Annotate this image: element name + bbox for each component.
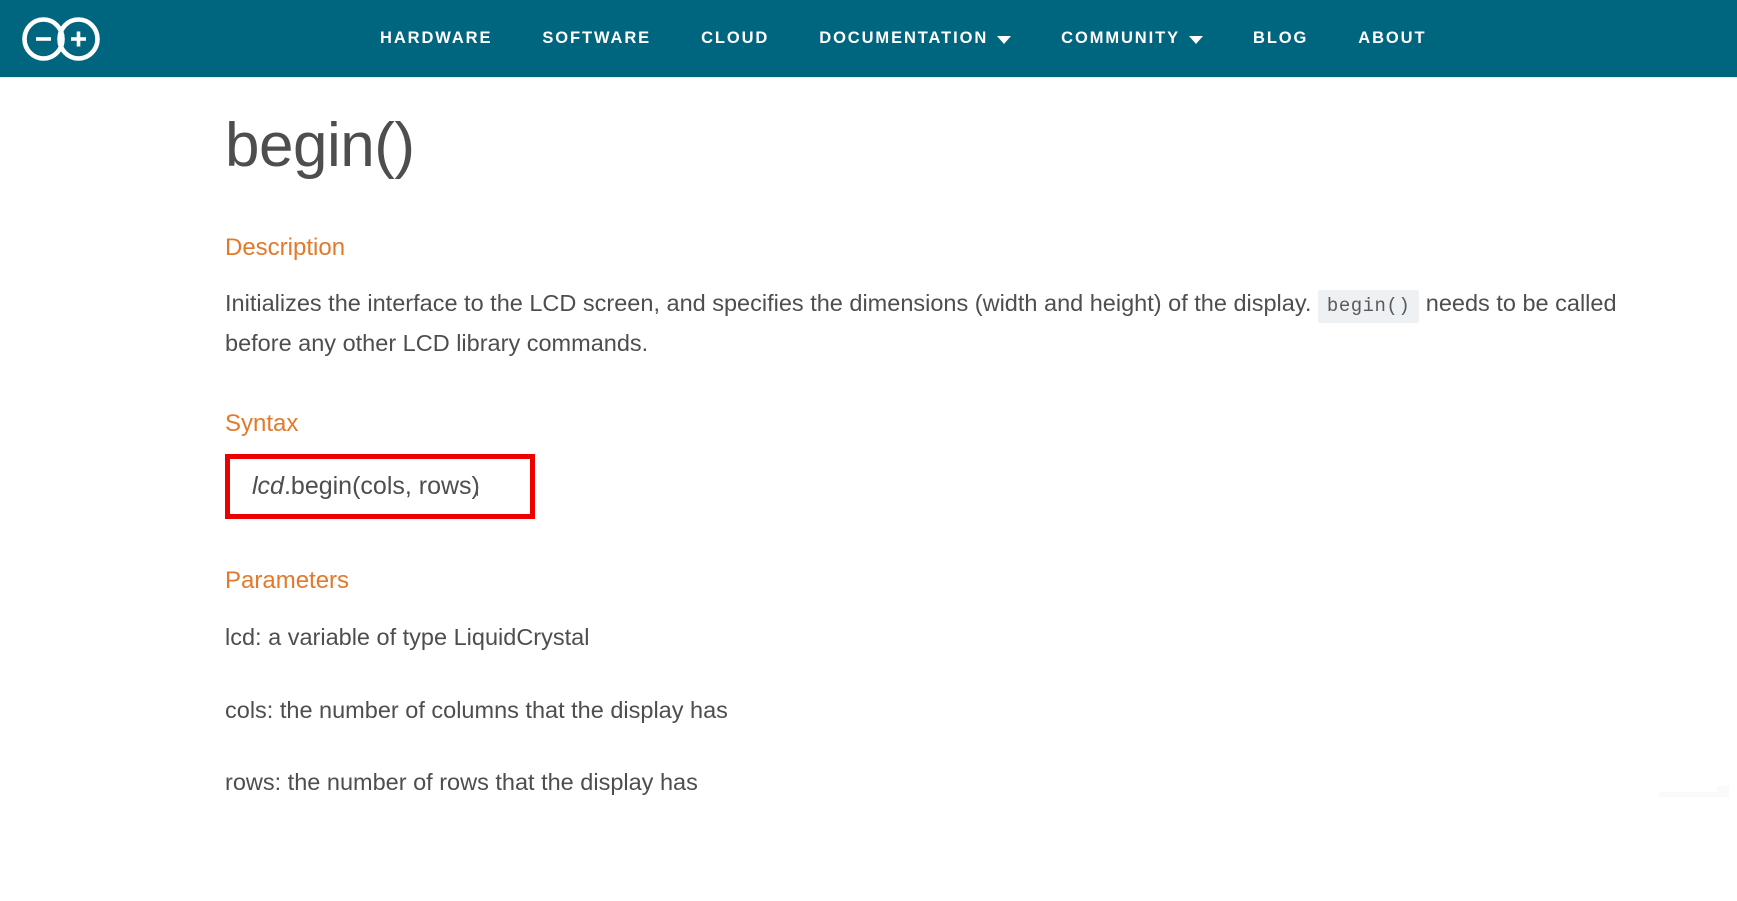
- arduino-logo-link[interactable]: [20, 16, 102, 62]
- inline-code-begin: begin(): [1317, 289, 1420, 323]
- syntax-highlight-box: lcd.begin(cols, rows): [225, 453, 535, 519]
- nav-label-hardware: HARDWARE: [380, 29, 493, 47]
- page-title: begin(): [225, 111, 415, 180]
- nav-item-cloud[interactable]: CLOUD: [676, 0, 794, 77]
- nav-item-about[interactable]: ABOUT: [1333, 0, 1451, 77]
- syntax-object-name: lcd: [252, 471, 284, 500]
- nav-label-blog: BLOG: [1253, 29, 1309, 47]
- nav-item-blog[interactable]: BLOG: [1228, 0, 1333, 77]
- nav-item-documentation[interactable]: DOCUMENTATION: [794, 0, 1036, 77]
- parameters-section: Parameters lcd: a variable of type Liqui…: [225, 567, 1737, 803]
- site-header: HARDWARE SOFTWARE CLOUD DOCUMENTATION CO…: [0, 0, 1737, 78]
- nav-item-community[interactable]: COMMUNITY: [1036, 0, 1228, 77]
- description-text-before-code: Initializes the interface to the LCD scr…: [225, 289, 1312, 316]
- nav-label-about: ABOUT: [1358, 29, 1427, 47]
- nav-label-documentation: DOCUMENTATION: [819, 29, 989, 47]
- description-heading: Description: [225, 234, 346, 262]
- parameter-item-cols: cols: the number of columns that the dis…: [225, 696, 728, 723]
- text-cursor-icon: [476, 482, 478, 496]
- chevron-down-icon: [1189, 35, 1203, 44]
- main-navigation: HARDWARE SOFTWARE CLOUD DOCUMENTATION CO…: [355, 0, 1451, 77]
- syntax-section: Syntax lcd.begin(cols, rows): [225, 410, 1737, 519]
- main-content: begin() Description Initializes the inte…: [0, 78, 1737, 803]
- description-section: Description Initializes the interface to…: [225, 234, 1737, 364]
- nav-label-cloud: CLOUD: [701, 29, 770, 47]
- nav-item-software[interactable]: SOFTWARE: [517, 0, 676, 77]
- syntax-method-call: .begin(cols, rows): [283, 471, 480, 500]
- parameter-item-rows: rows: the number of rows that the displa…: [225, 769, 698, 796]
- parameters-heading: Parameters: [225, 566, 350, 594]
- nav-label-software: SOFTWARE: [542, 29, 652, 47]
- parameter-item-lcd: lcd: a variable of type LiquidCrystal: [225, 624, 590, 651]
- arduino-infinity-logo-icon: [22, 16, 100, 61]
- syntax-heading: Syntax: [225, 409, 299, 437]
- header-inner: HARDWARE SOFTWARE CLOUD DOCUMENTATION CO…: [0, 0, 1737, 77]
- nav-label-community: COMMUNITY: [1061, 29, 1180, 47]
- nav-item-hardware[interactable]: HARDWARE: [355, 0, 517, 77]
- description-body: Initializes the interface to the LCD scr…: [225, 283, 1645, 364]
- chevron-down-icon: [997, 35, 1012, 44]
- syntax-code-line: lcd.begin(cols, rows): [252, 471, 480, 501]
